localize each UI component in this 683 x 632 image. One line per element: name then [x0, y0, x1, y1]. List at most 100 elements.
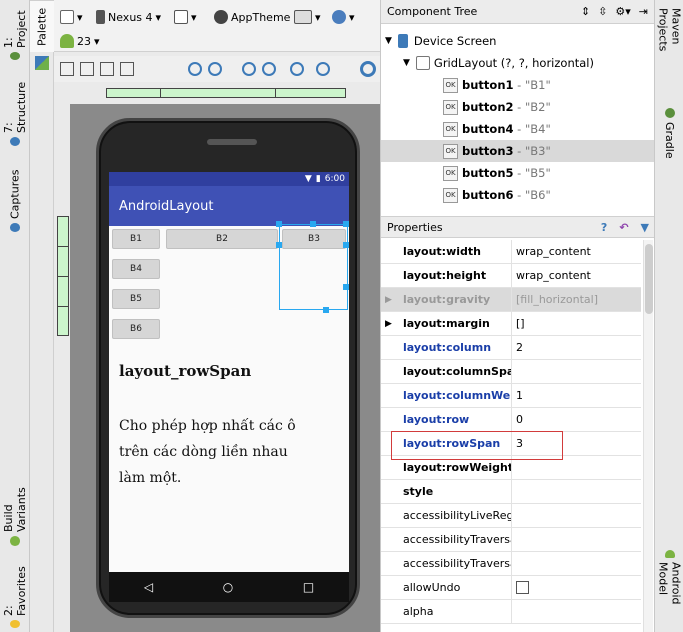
tab-captures[interactable]: Captures [0, 166, 30, 236]
button-b5[interactable]: B5 [112, 289, 160, 309]
expand-arrow-icon[interactable]: ▶ [385, 295, 392, 305]
tree-button1[interactable]: OK button1 - "B1" [381, 74, 655, 96]
prop-value[interactable]: 2 [511, 336, 641, 359]
allow-undo-checkbox[interactable] [516, 581, 529, 594]
resize-handle[interactable] [276, 242, 282, 248]
tab-structure[interactable]: 7: Structure [0, 70, 30, 150]
refresh-icon[interactable] [316, 62, 330, 76]
button-b6[interactable]: B6 [112, 319, 160, 339]
gear-icon[interactable]: ⚙▾ [615, 5, 630, 18]
tab-build-variants[interactable]: Build Variants [0, 454, 30, 550]
button-b2[interactable]: B2 [166, 229, 278, 249]
prop-row-alpha[interactable]: alpha [381, 600, 641, 624]
tab-maven-projects[interactable]: Maven Projects [655, 4, 683, 94]
undo-icon[interactable]: ↶ [619, 221, 628, 234]
properties-scrollbar[interactable] [643, 240, 653, 632]
prop-value[interactable] [511, 600, 641, 623]
prop-row-layout-height[interactable]: layout:height wrap_content [381, 264, 641, 288]
prop-row-layout-row[interactable]: layout:row 0 [381, 408, 641, 432]
resize-handle[interactable] [343, 221, 349, 227]
prop-value[interactable] [511, 552, 641, 575]
tree-button2[interactable]: OK button2 - "B2" [381, 96, 655, 118]
tree-button6[interactable]: OK button6 - "B6" [381, 184, 655, 206]
locale-selector[interactable]: ▾ [332, 10, 355, 24]
prop-row-style[interactable]: style [381, 480, 641, 504]
prop-value[interactable]: wrap_content [511, 240, 641, 263]
zoom-reset-icon[interactable] [290, 62, 304, 76]
back-icon[interactable]: ◁ [144, 580, 153, 594]
resize-handle[interactable] [323, 307, 329, 313]
grid-icon[interactable] [120, 62, 134, 76]
prop-row-layout-margin[interactable]: ▶ layout:margin [] [381, 312, 641, 336]
tab-favorites[interactable]: 2: Favorites [0, 560, 30, 632]
zoom-out-icon[interactable] [262, 62, 276, 76]
prop-value[interactable]: [] [511, 312, 641, 335]
resize-handle[interactable] [276, 221, 282, 227]
hide-icon[interactable]: ⇥ [639, 5, 648, 18]
ruler-segment [107, 89, 161, 97]
tree-item-value: - "B6" [517, 188, 551, 202]
tab-palette[interactable]: Palette [30, 0, 54, 52]
button-b1[interactable]: B1 [112, 229, 160, 249]
device-selector[interactable]: Nexus 4 ▾ [96, 10, 161, 24]
help-icon[interactable]: ? [601, 221, 607, 234]
api-selector[interactable]: 23 ▾ [60, 34, 100, 48]
theme-selector[interactable]: AppTheme [214, 10, 290, 24]
tree-item-value: - "B4" [517, 122, 551, 136]
tab-android-model[interactable]: Android Model [655, 546, 683, 632]
expand-arrow-icon[interactable]: ▶ [385, 319, 392, 329]
resize-handle[interactable] [343, 284, 349, 290]
tab-project[interactable]: 1: Project [0, 4, 30, 64]
columns-icon[interactable] [100, 62, 114, 76]
star-icon [10, 619, 20, 628]
prop-row-allow-undo[interactable]: allowUndo [381, 576, 641, 600]
expand-all-icon[interactable]: ⇕ [581, 5, 590, 18]
prop-value[interactable]: 0 [511, 408, 641, 431]
zoom-actual-icon[interactable] [208, 62, 222, 76]
resize-handle[interactable] [343, 242, 349, 248]
layout-file-button[interactable]: ▾ [60, 10, 83, 24]
orientation-selector[interactable]: ▾ [174, 10, 197, 24]
prop-name: accessibilityTraversalAfter [403, 533, 511, 546]
button-b4[interactable]: B4 [112, 259, 160, 279]
palette-toggle-icon[interactable] [35, 56, 49, 70]
prop-row-layout-width[interactable]: layout:width wrap_content [381, 240, 641, 264]
prop-row-accessibility-traversal-before[interactable]: accessibilityTraversalBefore [381, 552, 641, 576]
prop-row-accessibility-traversal-after[interactable]: accessibilityTraversalAfter [381, 528, 641, 552]
home-icon[interactable]: ○ [223, 580, 233, 594]
settings-gear-icon[interactable] [360, 61, 376, 77]
prop-value[interactable] [511, 360, 641, 383]
fit-height-icon[interactable] [80, 62, 94, 76]
prop-value[interactable] [511, 528, 641, 551]
status-time: 6:00 [324, 174, 345, 184]
prop-row-layout-columnspan[interactable]: layout:columnSpan [381, 360, 641, 384]
captures-icon [10, 223, 20, 232]
prop-row-layout-column[interactable]: layout:column 2 [381, 336, 641, 360]
fit-width-icon[interactable] [60, 62, 74, 76]
resize-handle[interactable] [310, 221, 316, 227]
properties-title: Properties [387, 220, 443, 234]
prop-value[interactable]: [fill_horizontal] [511, 288, 641, 311]
tab-android-model-label: Android Model [656, 562, 683, 605]
prop-row-layout-columnweight[interactable]: layout:columnWeight 1 [381, 384, 641, 408]
prop-value[interactable]: wrap_content [511, 264, 641, 287]
prop-row-layout-gravity[interactable]: ▶ layout:gravity [fill_horizontal] [381, 288, 641, 312]
scrollbar-thumb[interactable] [645, 244, 653, 314]
tree-button4[interactable]: OK button4 - "B4" [381, 118, 655, 140]
filter-icon[interactable]: ▼ [641, 221, 649, 234]
prop-value[interactable] [511, 504, 641, 527]
activity-selector[interactable]: ▾ [294, 10, 321, 24]
prop-row-accessibility-live-region[interactable]: accessibilityLiveRegion [381, 504, 641, 528]
device-icon [397, 34, 408, 48]
tab-gradle[interactable]: Gradle [655, 104, 683, 164]
zoom-fit-icon[interactable] [188, 62, 202, 76]
zoom-in-icon[interactable] [242, 62, 256, 76]
tree-button5[interactable]: OK button5 - "B5" [381, 162, 655, 184]
recents-icon[interactable]: □ [303, 580, 314, 594]
prop-value[interactable] [511, 480, 641, 503]
tree-button3[interactable]: OK button3 - "B3" [381, 140, 655, 162]
tree-grid-layout[interactable]: ▼ GridLayout (?, ?, horizontal) [381, 52, 655, 74]
tree-device-screen[interactable]: ▼ Device Screen [381, 30, 655, 52]
collapse-all-icon[interactable]: ⇳ [598, 5, 607, 18]
prop-value[interactable]: 1 [511, 384, 641, 407]
